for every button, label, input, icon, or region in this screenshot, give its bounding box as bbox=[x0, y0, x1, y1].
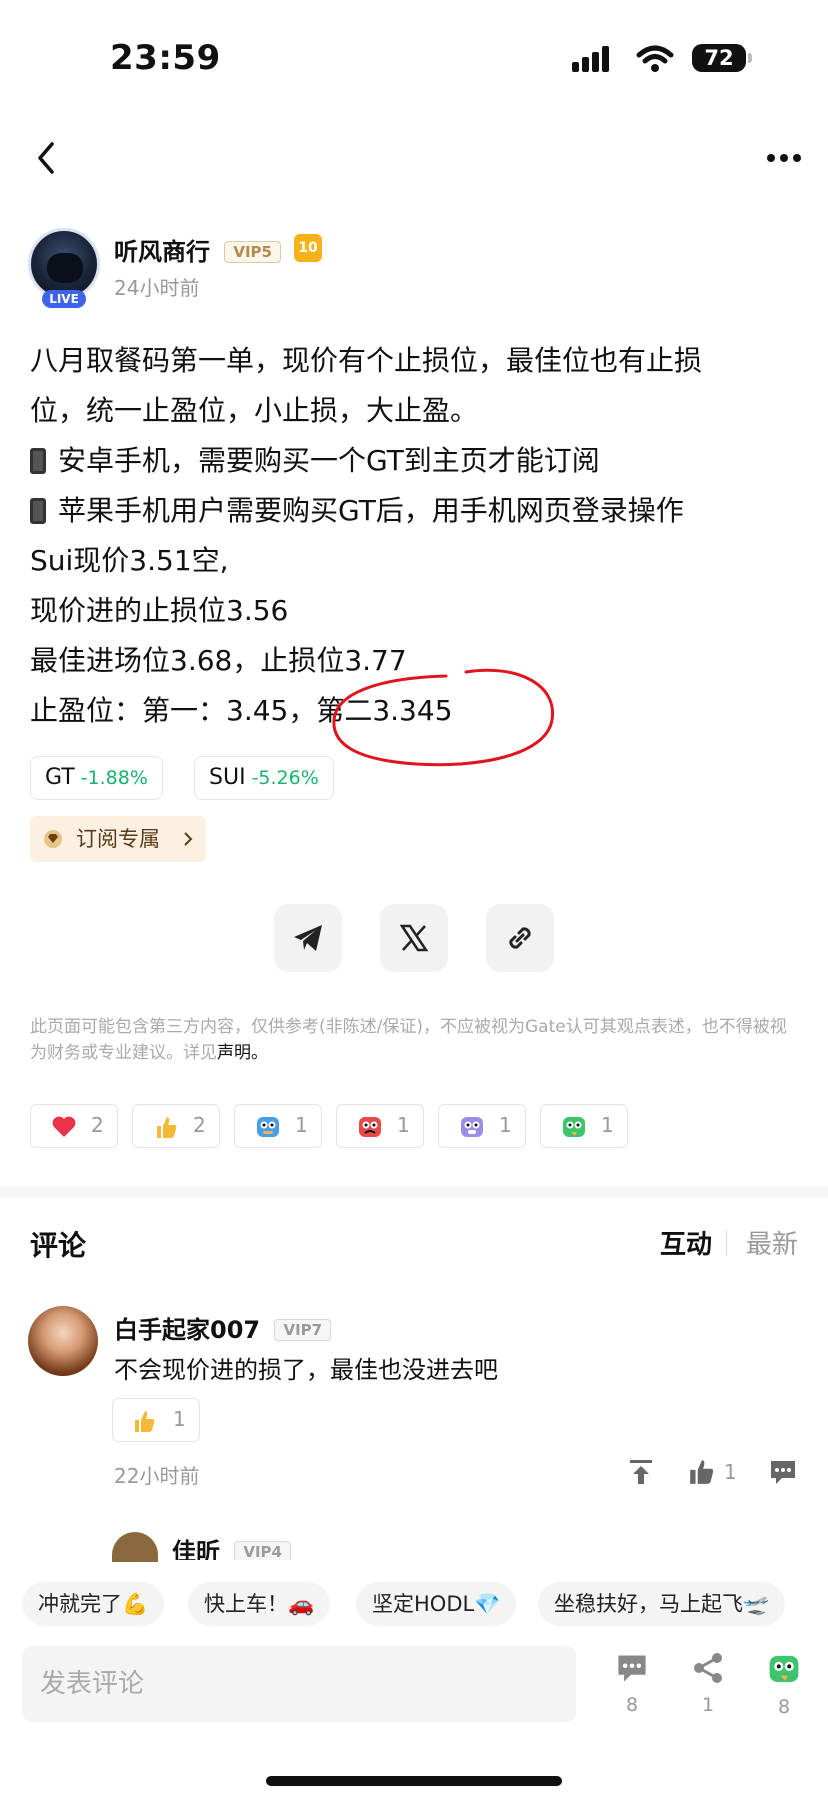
vip-badge: VIP5 bbox=[224, 241, 281, 263]
level-badge: 10 bbox=[294, 234, 322, 262]
comment-reaction-thumbs-up[interactable]: 1 bbox=[112, 1398, 200, 1442]
green-monster-icon bbox=[769, 1655, 799, 1683]
like-count: 1 bbox=[724, 1460, 737, 1484]
live-badge: LIVE bbox=[42, 290, 86, 308]
like-icon[interactable] bbox=[688, 1458, 716, 1486]
wifi-icon bbox=[636, 45, 674, 72]
reaction-count: 1 bbox=[397, 1113, 410, 1137]
share-telegram-button[interactable] bbox=[274, 904, 342, 972]
reaction-count: 1 bbox=[173, 1407, 186, 1431]
home-indicator bbox=[266, 1776, 562, 1786]
author-name[interactable]: 听风商行 VIP5 bbox=[114, 232, 281, 267]
subscribe-exclusive-button[interactable]: 订阅专属 bbox=[30, 816, 206, 862]
comments-title: 评论 bbox=[30, 1229, 87, 1262]
heart-icon bbox=[52, 1116, 76, 1137]
post-line: 现价进的止损位3.56 bbox=[30, 594, 289, 627]
sort-latest-tab[interactable]: 最新 bbox=[746, 1224, 798, 1261]
disclaimer: 此页面可能包含第三方内容，仅供参考(非陈述/保证)，不应被视为Gate认可其观点… bbox=[30, 1014, 790, 1066]
diamond-icon bbox=[44, 830, 62, 848]
disclaimer-link[interactable]: 声明。 bbox=[217, 1043, 268, 1063]
pin-top-icon[interactable] bbox=[628, 1458, 654, 1486]
phone-icon bbox=[30, 448, 46, 474]
reaction-count: 1 bbox=[499, 1113, 512, 1137]
vip-badge: VIP4 bbox=[234, 1541, 291, 1560]
commenter-avatar[interactable] bbox=[28, 1306, 98, 1376]
comment-icon bbox=[618, 1655, 646, 1682]
sort-divider bbox=[726, 1230, 727, 1256]
share-count: 1 bbox=[701, 1694, 715, 1716]
reaction-count: 2 bbox=[91, 1113, 104, 1137]
post-line-text: 苹果手机用户需要购买GT后，用手机网页登录操作 bbox=[58, 494, 684, 527]
coin-symbol: SUI bbox=[209, 765, 246, 790]
reaction-thumbs-up[interactable]: 2 bbox=[132, 1104, 220, 1148]
phone-icon bbox=[30, 498, 46, 524]
commenter-name-text: 白手起家007 bbox=[114, 1316, 261, 1344]
post-line: Sui现价3.51空, bbox=[30, 544, 229, 577]
copy-link-button[interactable] bbox=[486, 904, 554, 972]
reactions-button[interactable]: 8 bbox=[754, 1652, 814, 1718]
commenter-name[interactable]: 佳昕 VIP4 bbox=[172, 1532, 291, 1560]
purple-monster-icon bbox=[461, 1117, 483, 1137]
quick-reply-chip[interactable]: 冲就完了💪 bbox=[22, 1582, 165, 1626]
reaction-count: 2 bbox=[193, 1113, 206, 1137]
vip-badge: VIP7 bbox=[274, 1319, 332, 1341]
post-line: 安卓手机，需要购买一个GT到主页才能订阅 bbox=[30, 436, 790, 486]
commenter-name-text: 佳昕 bbox=[172, 1538, 220, 1560]
green-monster-icon bbox=[563, 1117, 585, 1137]
reaction-count: 1 bbox=[295, 1113, 308, 1137]
sort-interactive-tab[interactable]: 互动 bbox=[660, 1224, 712, 1261]
more-icon[interactable] bbox=[766, 152, 802, 164]
disclaimer-text: 此页面可能包含第三方内容，仅供参考(非陈述/保证)，不应被视为Gate认可其观点… bbox=[30, 1017, 787, 1063]
chevron-right-icon bbox=[184, 832, 193, 846]
comments-button[interactable]: 8 bbox=[602, 1652, 662, 1716]
comment-time: 22小时前 bbox=[114, 1464, 200, 1488]
post-line-text: 安卓手机，需要购买一个GT到主页才能订阅 bbox=[58, 444, 600, 477]
battery-tip bbox=[748, 53, 752, 63]
reaction-green-monster[interactable]: 1 bbox=[540, 1104, 628, 1148]
post-line: 苹果手机用户需要购买GT后，用手机网页登录操作 bbox=[30, 486, 790, 536]
status-time: 23:59 bbox=[110, 38, 221, 78]
section-divider bbox=[0, 1186, 828, 1198]
reaction-red-monster[interactable]: 1 bbox=[336, 1104, 424, 1148]
reaction-count: 1 bbox=[601, 1113, 614, 1137]
thumbs-up-icon bbox=[157, 1117, 177, 1138]
commenter-name[interactable]: 白手起家007 VIP7 bbox=[114, 1310, 332, 1345]
coin-tag-gt[interactable]: GT -1.88% bbox=[30, 756, 163, 800]
reaction-count: 8 bbox=[777, 1696, 791, 1718]
blue-monster-icon bbox=[257, 1117, 279, 1137]
share-x-button[interactable] bbox=[380, 904, 448, 972]
comment-count: 8 bbox=[625, 1694, 639, 1716]
subscribe-label: 订阅专属 bbox=[76, 827, 160, 851]
comment-text: 不会现价进的损了，最佳也没进去吧 bbox=[114, 1356, 498, 1384]
signal-icon bbox=[572, 46, 609, 72]
coin-change: -1.88% bbox=[80, 767, 148, 789]
reply-icon[interactable] bbox=[768, 1458, 798, 1486]
coin-symbol: GT bbox=[45, 765, 75, 790]
x-logo-icon bbox=[399, 924, 429, 952]
avatar-face bbox=[47, 253, 83, 283]
red-monster-icon bbox=[359, 1117, 381, 1137]
reaction-heart[interactable]: 2 bbox=[30, 1104, 118, 1148]
link-icon bbox=[509, 927, 531, 949]
quick-reply-chip[interactable]: 快上车！🚗 bbox=[188, 1582, 331, 1626]
author-name-text: 听风商行 bbox=[114, 238, 210, 266]
handdrawn-circle-annotation bbox=[332, 668, 555, 767]
comment-input[interactable]: 发表评论 bbox=[22, 1646, 576, 1722]
post-time: 24小时前 bbox=[114, 276, 200, 300]
telegram-icon bbox=[294, 925, 322, 951]
thumbs-up-icon bbox=[135, 1411, 155, 1432]
share-icon bbox=[694, 1653, 722, 1683]
reaction-purple-monster[interactable]: 1 bbox=[438, 1104, 526, 1148]
quick-reply-chip[interactable]: 坐稳扶好，马上起飞🛫 bbox=[538, 1582, 786, 1626]
reaction-blue-monster[interactable]: 1 bbox=[234, 1104, 322, 1148]
back-icon[interactable] bbox=[32, 140, 62, 176]
coin-tag-sui[interactable]: SUI -5.26% bbox=[194, 756, 334, 800]
post-line: 八月取餐码第一单，现价有个止损位，最佳位也有止损 bbox=[30, 344, 703, 377]
share-button[interactable]: 1 bbox=[678, 1652, 738, 1716]
battery-icon: 72 bbox=[692, 44, 746, 72]
commenter-avatar[interactable] bbox=[112, 1532, 158, 1562]
quick-reply-chip[interactable]: 坚定HODL💎 bbox=[356, 1582, 517, 1626]
post-line: 位，统一止盈位，小止损，大止盈。 bbox=[30, 394, 479, 427]
coin-change: -5.26% bbox=[251, 767, 319, 789]
